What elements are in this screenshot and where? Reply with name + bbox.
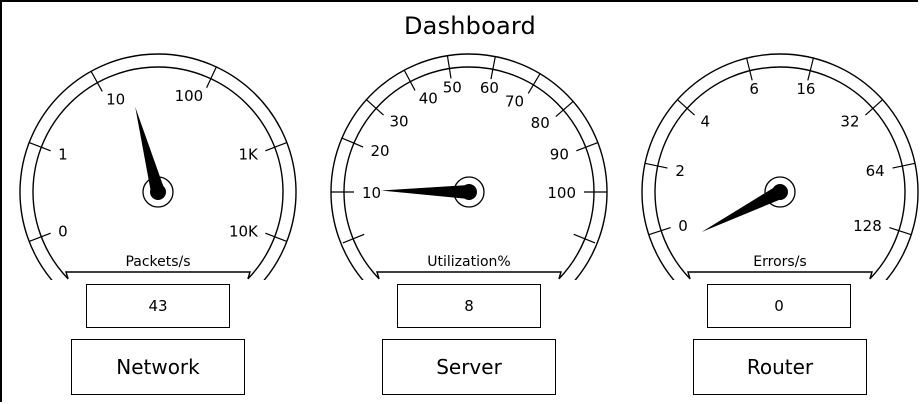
network-tick-label: 10K (229, 222, 259, 240)
network-tick-label: 1 (58, 146, 68, 164)
server-tick-label: 10 (362, 184, 381, 202)
router-tick-label: 6 (749, 80, 759, 98)
network-tick-label: 100 (175, 87, 204, 105)
router-tick-label: 2 (675, 162, 685, 180)
server-tick-label: 80 (531, 114, 550, 132)
network-button[interactable]: Network (71, 339, 245, 395)
server-readout: 8 (397, 284, 541, 328)
network-readout: 43 (86, 284, 230, 328)
server-tick-label: 100 (547, 184, 576, 202)
network-tick-label: 0 (58, 222, 68, 240)
router-tick-label: 0 (678, 217, 688, 235)
server-tick-label: 20 (371, 142, 390, 160)
server-button[interactable]: Server (382, 339, 556, 395)
server-tick-label: 30 (389, 112, 408, 130)
server-tick-label: 90 (550, 146, 569, 164)
network-tick-label: 1K (239, 146, 260, 164)
server-tick-label: 40 (419, 90, 438, 108)
network-unit-label: Packets/s (125, 254, 190, 270)
router-readout: 0 (707, 284, 851, 328)
router-unit-label: Errors/s (753, 254, 806, 270)
server-unit-label: Utilization% (427, 254, 510, 270)
router-tick-label: 4 (700, 112, 710, 130)
network-tick-label: 10 (106, 90, 125, 108)
router-hub (772, 184, 788, 200)
network-hub (150, 184, 166, 200)
server-tick-label: 60 (480, 79, 499, 97)
router-tick-label: 16 (796, 80, 815, 98)
server-hub (461, 184, 477, 200)
page-title: Dashboard (403, 12, 536, 40)
router-tick-label: 128 (853, 217, 882, 235)
server-tick-label: 70 (505, 92, 524, 110)
router-button[interactable]: Router (693, 339, 867, 395)
gauges-canvas: 0110 1001K10KPackets/s1020304050 607080901… (19, 53, 919, 280)
server-gauge-face (343, 66, 595, 280)
router-tick-label: 64 (866, 162, 885, 180)
server-tick-label: 50 (443, 78, 462, 96)
router-tick-label: 32 (840, 112, 859, 130)
